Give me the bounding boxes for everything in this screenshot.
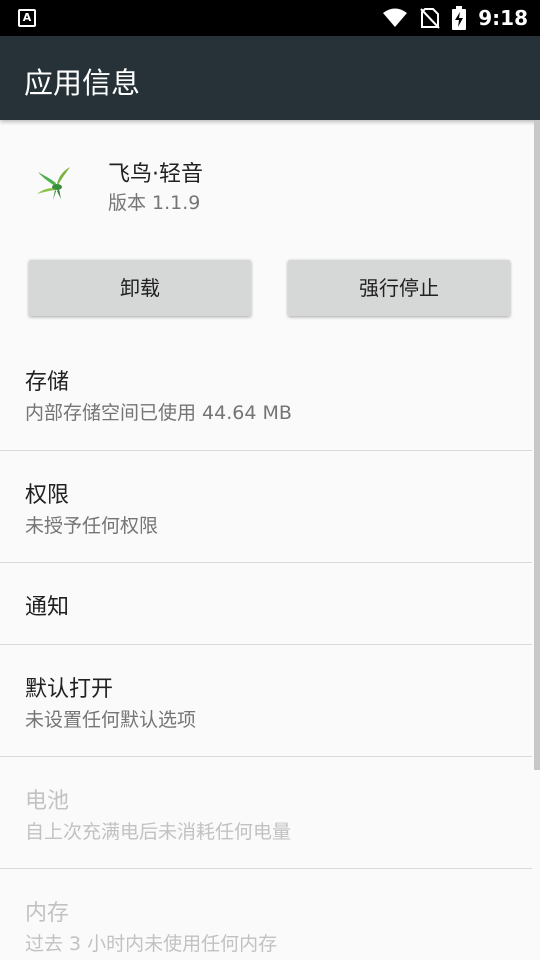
no-sim-icon [420,8,440,29]
accessibility-notification-icon: A [18,9,36,27]
force-stop-button[interactable]: 强行停止 [288,260,510,316]
permissions-title: 权限 [25,483,70,508]
status-icons: 9:18 [382,0,528,36]
page-title: 应用信息 [24,66,141,100]
settings-row-permissions[interactable]: 权限 未授予任何权限 [0,451,532,563]
battery-summary: 自上次充满电后未消耗任何电量 [25,821,292,843]
status-time: 9:18 [478,6,528,30]
memory-summary: 过去 3 小时内未使用任何内存 [25,933,278,955]
open-by-default-title: 默认打开 [25,677,114,702]
settings-row-battery: 电池 自上次充满电后未消耗任何电量 [0,757,532,869]
settings-row-storage[interactable]: 存储 内部存储空间已使用 44.64 MB [0,342,532,451]
settings-row-notifications[interactable]: 通知 [0,563,532,645]
battery-charging-icon [452,6,467,30]
battery-title: 电池 [25,789,70,814]
app-info-content: 飞鸟·轻音 版本 1.1.9 卸载 强行停止 存储 内部存储空间已使用 44.6… [0,120,540,960]
memory-title: 内存 [25,901,70,926]
app-bird-icon [37,167,70,200]
wifi-icon [383,8,408,27]
storage-title: 存储 [25,370,70,395]
status-bar: A 9:18 [0,0,540,36]
app-version: 版本 1.1.9 [108,192,201,214]
scrollbar[interactable] [534,120,540,770]
app-bar: 应用信息 [0,36,540,120]
app-name: 飞鸟·轻音 [108,162,203,187]
settings-row-memory: 内存 过去 3 小时内未使用任何内存 [0,869,532,960]
notifications-title: 通知 [25,595,70,620]
permissions-summary: 未授予任何权限 [25,515,159,537]
settings-row-open-by-default[interactable]: 默认打开 未设置任何默认选项 [0,645,532,757]
uninstall-button[interactable]: 卸载 [29,260,251,316]
open-by-default-summary: 未设置任何默认选项 [25,709,197,731]
storage-summary: 内部存储空间已使用 44.64 MB [25,402,292,424]
